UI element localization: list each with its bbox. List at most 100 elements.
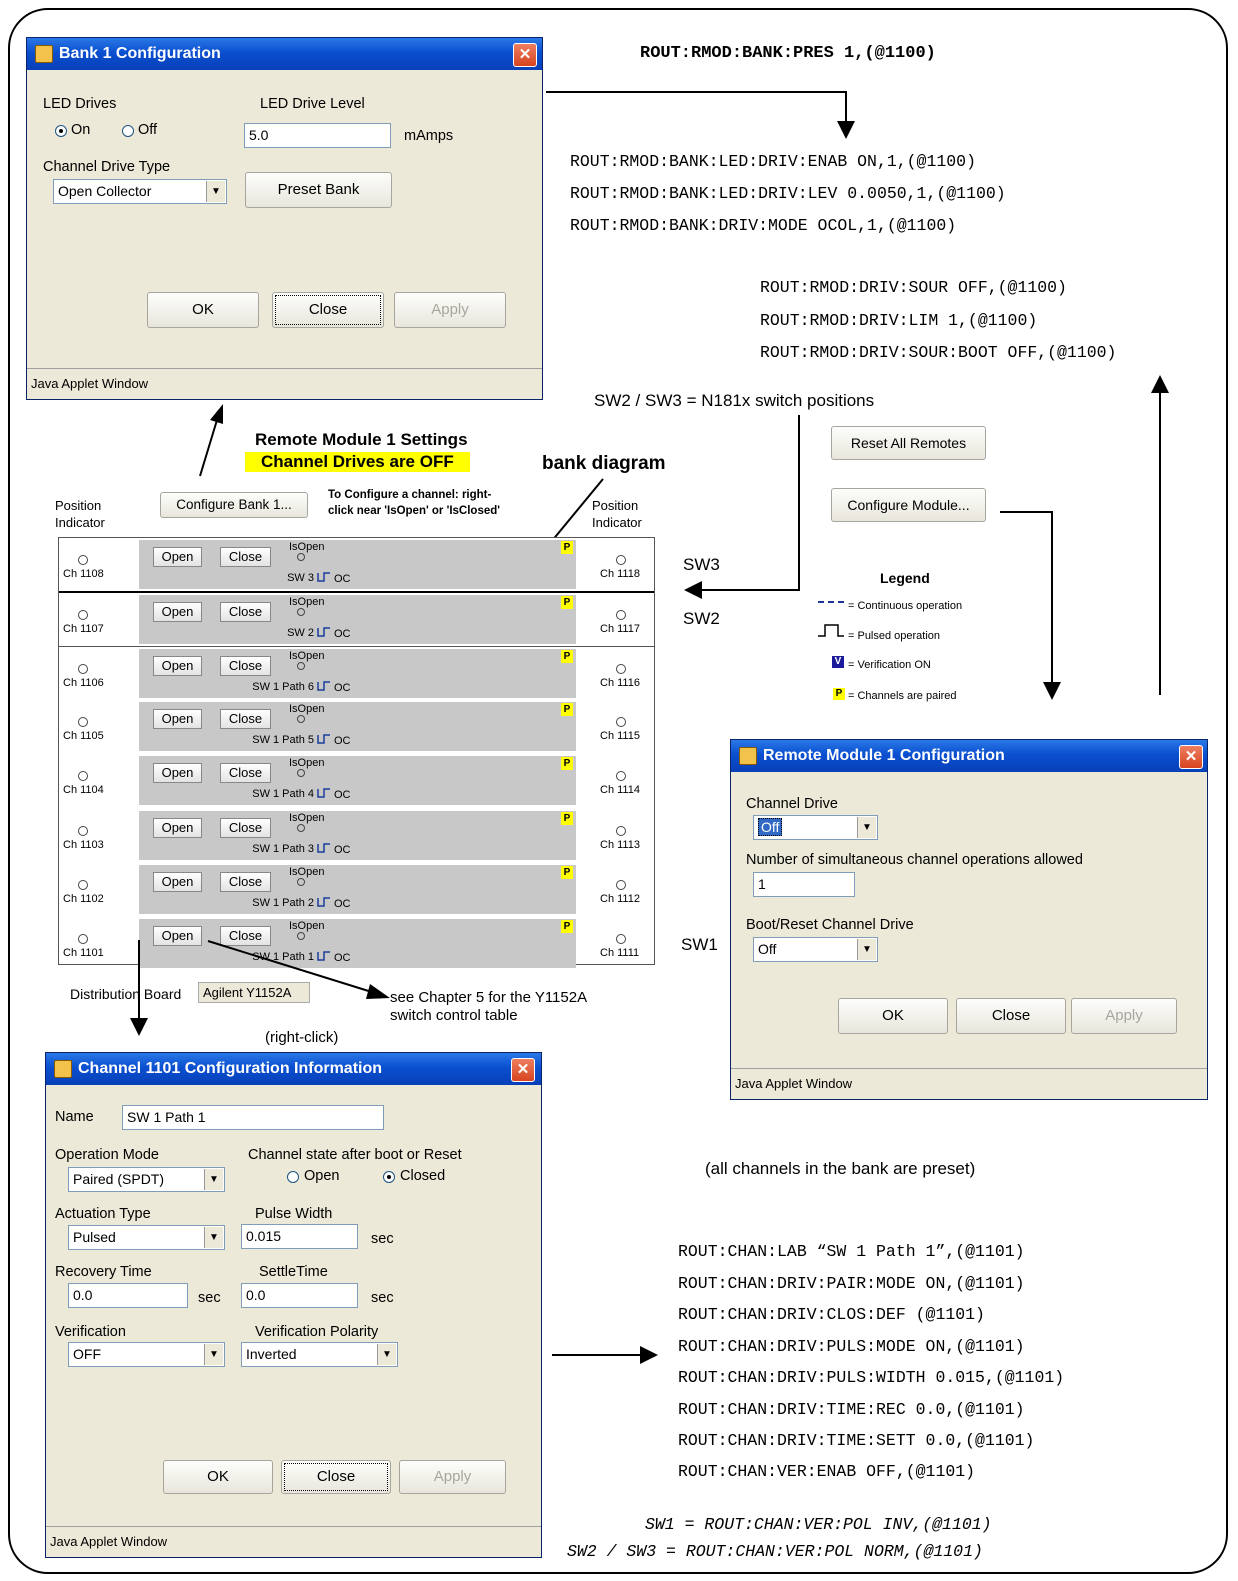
close-button[interactable]: Close: [220, 818, 271, 838]
close-button[interactable]: Close: [220, 656, 271, 676]
switch-label: SW 1 Path 2: [252, 897, 314, 909]
channel-dialog-titlebar[interactable]: Channel 1101 Configuration Information ✕: [46, 1053, 541, 1085]
paired-badge: P: [561, 541, 573, 554]
close-icon[interactable]: ✕: [1179, 745, 1203, 769]
open-button[interactable]: Open: [153, 656, 202, 676]
channel-control-area[interactable]: Open Close IsOpen SW 1 Path 5 OC P: [139, 702, 576, 751]
open-button[interactable]: Open: [153, 602, 202, 622]
bank-dialog-title: Bank 1 Configuration: [59, 45, 221, 62]
close-button[interactable]: Close: [220, 602, 271, 622]
name-input[interactable]: SW 1 Path 1: [122, 1105, 384, 1130]
cmd-bank-line-1: ROUT:RMOD:BANK:LED:DRIV:ENAB ON,1,(@1100…: [570, 152, 976, 171]
sw2-label: SW2: [683, 609, 720, 628]
bank-diagram: Ch 1108 Open Close IsOpen SW 3 OC P Ch 1118 Ch 1…: [58, 537, 655, 968]
isopen-label[interactable]: IsOpen: [289, 757, 324, 769]
isopen-lamp[interactable]: [297, 878, 305, 886]
drive-type-select[interactable]: Open Collector ▼: [53, 179, 227, 204]
open-button[interactable]: Open: [153, 709, 202, 729]
module-ok-button[interactable]: OK: [838, 998, 948, 1034]
bank-apply-button[interactable]: Apply: [394, 292, 506, 328]
open-button[interactable]: Open: [153, 763, 202, 783]
channel-control-area[interactable]: Open Close IsOpen SW 2 OC P: [139, 595, 576, 644]
led-level-label: LED Drive Level: [260, 96, 365, 112]
close-button[interactable]: Close: [220, 709, 271, 729]
oc-label: OC: [334, 844, 351, 856]
recovery-input[interactable]: 0.0: [68, 1283, 188, 1308]
cmd-bank-preset: ROUT:RMOD:BANK:PRES 1,(@1100): [640, 44, 936, 63]
bank-diagram-label: bank diagram: [542, 453, 666, 474]
module-apply-button[interactable]: Apply: [1071, 998, 1177, 1034]
settle-input[interactable]: 0.0: [241, 1283, 358, 1308]
channel-ok-button[interactable]: OK: [163, 1460, 273, 1494]
pulsed-icon: [317, 788, 330, 798]
polarity-select[interactable]: Inverted ▼: [241, 1342, 398, 1367]
bank-row: Ch 1104 Open Close IsOpen SW 1 Path 4 OC P Ch 1…: [59, 754, 654, 807]
led-off-label: Off: [138, 122, 158, 138]
module-close-button[interactable]: Close: [956, 998, 1066, 1034]
led-on-radio[interactable]: [55, 125, 67, 137]
cmd-channel-line-6: ROUT:CHAN:DRIV:TIME:REC 0.0,(@1101): [678, 1400, 1025, 1419]
see-chapter-note: see Chapter 5 for the Y1152A: [390, 989, 588, 1006]
bank-ok-button[interactable]: OK: [147, 292, 259, 328]
isopen-label[interactable]: IsOpen: [289, 812, 324, 824]
channel-control-area[interactable]: Open Close IsOpen SW 1 Path 4 OC P: [139, 756, 576, 805]
drive-type-label: Channel Drive Type: [43, 159, 171, 175]
preset-bank-button[interactable]: Preset Bank: [245, 172, 392, 208]
configure-bank-button[interactable]: Configure Bank 1...: [160, 492, 308, 518]
cmd-channel-line-7: ROUT:CHAN:DRIV:TIME:SETT 0.0,(@1101): [678, 1431, 1035, 1450]
isopen-label[interactable]: IsOpen: [289, 596, 324, 608]
settings-title: Remote Module 1 Settings: [255, 430, 468, 449]
state-open-label: Open: [304, 1168, 340, 1184]
arrow-channel-v: [138, 940, 140, 1020]
channel-apply-button[interactable]: Apply: [399, 1460, 506, 1494]
channel-drive-select[interactable]: Off ▼: [753, 815, 878, 840]
open-button[interactable]: Open: [153, 872, 202, 892]
state-open-radio[interactable]: [287, 1171, 299, 1183]
bank-close-button[interactable]: Close: [272, 292, 384, 328]
isopen-label[interactable]: IsOpen: [289, 703, 324, 715]
verification-select[interactable]: OFF ▼: [68, 1342, 225, 1367]
channel-control-area[interactable]: Open Close IsOpen SW 3 OC P: [139, 540, 576, 589]
isopen-lamp[interactable]: [297, 715, 305, 723]
led-level-input[interactable]: 5.0: [244, 123, 391, 148]
position-indicator-left: Position Indicator: [55, 498, 105, 530]
configure-module-button[interactable]: Configure Module...: [831, 488, 986, 522]
open-button[interactable]: Open: [153, 818, 202, 838]
close-icon[interactable]: ✕: [511, 1058, 535, 1082]
led-off-radio[interactable]: [122, 125, 134, 137]
close-button[interactable]: Close: [220, 547, 271, 567]
actuation-select[interactable]: Pulsed ▼: [68, 1225, 225, 1250]
open-button[interactable]: Open: [153, 547, 202, 567]
isopen-label[interactable]: IsOpen: [289, 650, 324, 662]
position-lamp-left: [78, 771, 88, 781]
open-button[interactable]: Open: [153, 926, 202, 946]
boot-reset-value: Off: [758, 941, 777, 957]
polarity-label: Verification Polarity: [255, 1324, 379, 1340]
isopen-label[interactable]: IsOpen: [289, 541, 324, 553]
channel-left-label: Ch 1104: [63, 784, 104, 796]
close-button[interactable]: Close: [220, 872, 271, 892]
isopen-lamp[interactable]: [297, 769, 305, 777]
isopen-lamp[interactable]: [297, 824, 305, 832]
reset-all-remotes-button[interactable]: Reset All Remotes: [831, 426, 986, 460]
channel-close-button[interactable]: Close: [281, 1460, 391, 1494]
channel-control-area[interactable]: Open Close IsOpen SW 1 Path 6 OC P: [139, 649, 576, 698]
close-icon[interactable]: ✕: [513, 43, 537, 67]
pulse-width-input[interactable]: 0.015: [241, 1224, 358, 1249]
channel-control-area[interactable]: Open Close IsOpen SW 1 Path 2 OC P: [139, 865, 576, 914]
pulsed-icon: [317, 627, 330, 637]
isopen-lamp[interactable]: [297, 608, 305, 616]
isopen-label[interactable]: IsOpen: [289, 920, 324, 932]
isopen-label[interactable]: IsOpen: [289, 866, 324, 878]
isopen-lamp[interactable]: [297, 553, 305, 561]
channel-control-area[interactable]: Open Close IsOpen SW 1 Path 3 OC P: [139, 811, 576, 860]
close-button[interactable]: Close: [220, 763, 271, 783]
isopen-lamp[interactable]: [297, 662, 305, 670]
bank-dialog-titlebar[interactable]: Bank 1 Configuration ✕: [27, 38, 542, 70]
simultaneous-input[interactable]: 1: [753, 872, 855, 897]
state-closed-radio[interactable]: [383, 1171, 395, 1183]
module-dialog-titlebar[interactable]: Remote Module 1 Configuration ✕: [731, 740, 1207, 772]
op-mode-select[interactable]: Paired (SPDT) ▼: [68, 1167, 225, 1192]
channel-drive-label: Channel Drive: [746, 796, 838, 812]
boot-reset-select[interactable]: Off ▼: [753, 937, 878, 962]
